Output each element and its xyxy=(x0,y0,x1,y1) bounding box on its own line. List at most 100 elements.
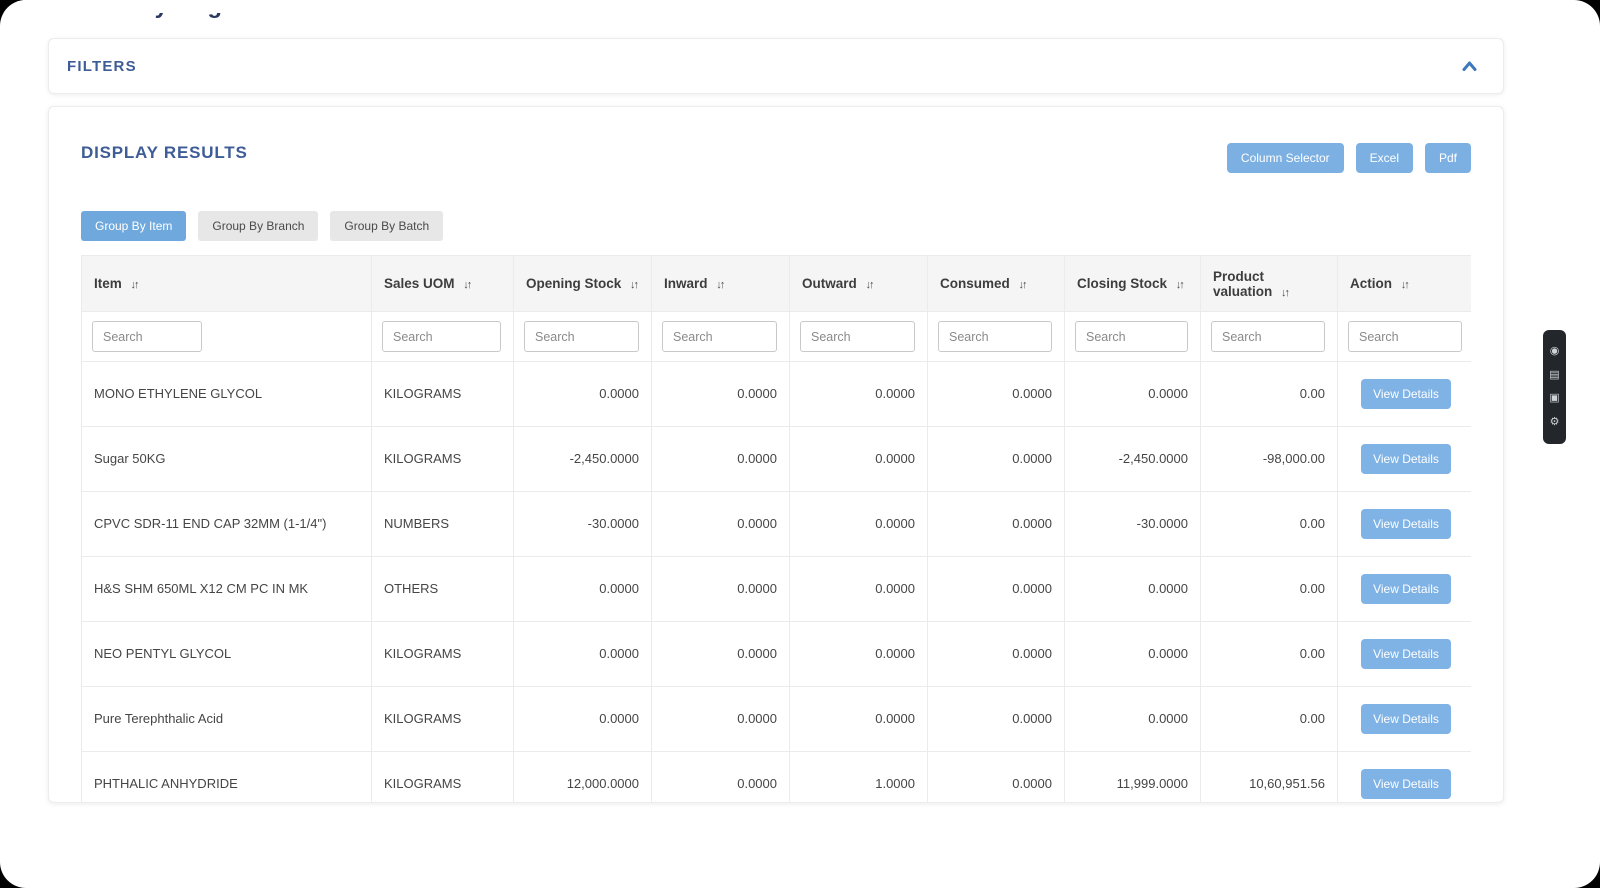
search-cell-item xyxy=(82,312,372,362)
closing-cell: 0.0000 xyxy=(1065,362,1201,427)
table-row: Pure Terephthalic AcidKILOGRAMS0.00000.0… xyxy=(82,687,1472,752)
view-details-button[interactable]: View Details xyxy=(1361,704,1451,734)
excel-export-button[interactable]: Excel xyxy=(1356,143,1413,173)
sort-icon[interactable]: ↓↑ xyxy=(1176,279,1183,291)
uom-cell: KILOGRAMS xyxy=(372,752,514,804)
column-label: Consumed xyxy=(940,276,1010,291)
column-label: Inward xyxy=(664,276,708,291)
search-input-product-valuation[interactable] xyxy=(1211,321,1325,352)
tab-group-by-item[interactable]: Group By Item xyxy=(81,211,186,241)
column-header-inward[interactable]: Inward ↓↑ xyxy=(652,256,790,312)
inward-cell: 0.0000 xyxy=(652,362,790,427)
column-label: Item xyxy=(94,276,122,291)
sort-icon[interactable]: ↓↑ xyxy=(1019,279,1026,291)
closing-cell: -30.0000 xyxy=(1065,492,1201,557)
column-header-outward[interactable]: Outward ↓↑ xyxy=(790,256,928,312)
consumed-cell: 0.0000 xyxy=(928,557,1065,622)
outward-cell: 0.0000 xyxy=(790,362,928,427)
outward-cell: 0.0000 xyxy=(790,622,928,687)
floating-side-toolbar[interactable]: ◉ ▤ ▣ ⚙ xyxy=(1543,330,1566,444)
consumed-cell: 0.0000 xyxy=(928,362,1065,427)
column-header-product-valuation[interactable]: Product valuation ↓↑ xyxy=(1201,256,1338,312)
item-cell: Pure Terephthalic Acid xyxy=(82,687,372,752)
opening-cell: 0.0000 xyxy=(514,557,652,622)
search-input-closing-stock[interactable] xyxy=(1075,321,1188,352)
column-selector-button[interactable]: Column Selector xyxy=(1227,143,1344,173)
search-cell-consumed xyxy=(928,312,1065,362)
sort-icon[interactable]: ↓↑ xyxy=(1401,279,1408,291)
sort-icon[interactable]: ↓↑ xyxy=(1281,287,1288,299)
consumed-cell: 0.0000 xyxy=(928,622,1065,687)
uom-cell: KILOGRAMS xyxy=(372,622,514,687)
image-icon[interactable]: ▣ xyxy=(1549,393,1559,404)
outward-cell: 0.0000 xyxy=(790,492,928,557)
consumed-cell: 0.0000 xyxy=(928,687,1065,752)
search-cell-product-valuation xyxy=(1201,312,1338,362)
item-cell: NEO PENTYL GLYCOL xyxy=(82,622,372,687)
view-details-button[interactable]: View Details xyxy=(1361,444,1451,474)
search-input-item[interactable] xyxy=(92,321,202,352)
sort-icon[interactable]: ↓↑ xyxy=(463,279,470,291)
valuation-cell: 10,60,951.56 xyxy=(1201,752,1338,804)
outward-cell: 1.0000 xyxy=(790,752,928,804)
closing-cell: -2,450.0000 xyxy=(1065,427,1201,492)
view-details-button[interactable]: View Details xyxy=(1361,379,1451,409)
valuation-cell: 0.00 xyxy=(1201,557,1338,622)
column-header-action[interactable]: Action ↓↑ xyxy=(1338,256,1472,312)
view-details-button[interactable]: View Details xyxy=(1361,639,1451,669)
table-row: NEO PENTYL GLYCOLKILOGRAMS0.00000.00000.… xyxy=(82,622,1472,687)
view-details-button[interactable]: View Details xyxy=(1361,509,1451,539)
tab-group-by-batch[interactable]: Group By Batch xyxy=(330,211,443,241)
display-results-panel: DISPLAY RESULTS Column Selector Excel Pd… xyxy=(48,106,1504,803)
sort-icon[interactable]: ↓↑ xyxy=(866,279,873,291)
inward-cell: 0.0000 xyxy=(652,622,790,687)
table-search-row xyxy=(82,312,1472,362)
opening-cell: 0.0000 xyxy=(514,687,652,752)
keyboard-icon[interactable]: ▤ xyxy=(1549,370,1559,381)
view-details-button[interactable]: View Details xyxy=(1361,574,1451,604)
search-input-consumed[interactable] xyxy=(938,321,1052,352)
pdf-export-button[interactable]: Pdf xyxy=(1425,143,1471,173)
title-clip-mask xyxy=(0,0,420,13)
table-header-row: Item ↓↑Sales UOM ↓↑Opening Stock ↓↑Inwar… xyxy=(82,256,1472,312)
closing-cell: 0.0000 xyxy=(1065,557,1201,622)
display-results-title: DISPLAY RESULTS xyxy=(81,143,248,163)
search-input-outward[interactable] xyxy=(800,321,915,352)
export-toolbar: Column Selector Excel Pdf xyxy=(1227,143,1471,173)
opening-cell: -30.0000 xyxy=(514,492,652,557)
sort-icon[interactable]: ↓↑ xyxy=(716,279,723,291)
column-label: Action xyxy=(1350,276,1392,291)
action-cell: View Details xyxy=(1338,492,1472,557)
uom-cell: KILOGRAMS xyxy=(372,362,514,427)
camera-icon[interactable]: ◉ xyxy=(1550,346,1560,357)
column-header-item[interactable]: Item ↓↑ xyxy=(82,256,372,312)
sort-icon[interactable]: ↓↑ xyxy=(630,279,637,291)
table-row: PHTHALIC ANHYDRIDEKILOGRAMS12,000.00000.… xyxy=(82,752,1472,804)
column-header-closing-stock[interactable]: Closing Stock ↓↑ xyxy=(1065,256,1201,312)
column-header-opening-stock[interactable]: Opening Stock ↓↑ xyxy=(514,256,652,312)
search-input-sales-uom[interactable] xyxy=(382,321,501,352)
gear-icon[interactable]: ⚙ xyxy=(1550,417,1560,428)
column-label: Outward xyxy=(802,276,857,291)
table-row: H&S SHM 650ML X12 CM PC IN MKOTHERS0.000… xyxy=(82,557,1472,622)
search-cell-closing-stock xyxy=(1065,312,1201,362)
search-input-action[interactable] xyxy=(1348,321,1462,352)
inward-cell: 0.0000 xyxy=(652,752,790,804)
closing-cell: 11,999.0000 xyxy=(1065,752,1201,804)
search-cell-outward xyxy=(790,312,928,362)
group-by-tabs: Group By Item Group By Branch Group By B… xyxy=(81,211,1471,241)
action-cell: View Details xyxy=(1338,557,1472,622)
sort-icon[interactable]: ↓↑ xyxy=(131,279,138,291)
column-header-consumed[interactable]: Consumed ↓↑ xyxy=(928,256,1065,312)
closing-cell: 0.0000 xyxy=(1065,687,1201,752)
chevron-up-icon xyxy=(1462,61,1477,71)
tab-group-by-branch[interactable]: Group By Branch xyxy=(198,211,318,241)
filters-collapse-button[interactable] xyxy=(1462,61,1477,71)
search-input-inward[interactable] xyxy=(662,321,777,352)
search-input-opening-stock[interactable] xyxy=(524,321,639,352)
column-header-sales-uom[interactable]: Sales UOM ↓↑ xyxy=(372,256,514,312)
view-details-button[interactable]: View Details xyxy=(1361,769,1451,799)
outward-cell: 0.0000 xyxy=(790,557,928,622)
table-row: CPVC SDR-11 END CAP 32MM (1-1/4")NUMBERS… xyxy=(82,492,1472,557)
table-row: Sugar 50KGKILOGRAMS-2,450.00000.00000.00… xyxy=(82,427,1472,492)
